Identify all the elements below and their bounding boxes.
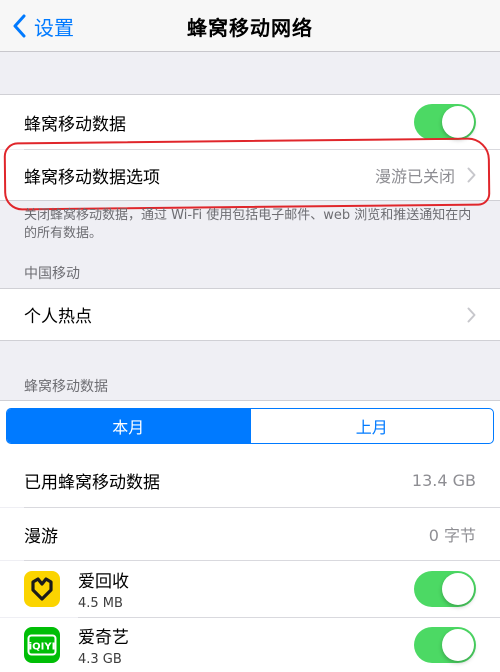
app-name: 爱奇艺 — [78, 628, 129, 648]
segment-this-month[interactable]: 本月 — [7, 409, 250, 443]
iqiyi-logo-icon: iQIYI — [27, 634, 57, 656]
chevron-right-icon — [467, 307, 476, 322]
app-data-size: 4.5 MB — [78, 596, 123, 611]
navigation-bar: 设置 蜂窝移动网络 — [0, 0, 500, 52]
personal-hotspot-row[interactable]: 个人热点 — [0, 289, 500, 340]
period-segmented-control[interactable]: 本月 上月 — [6, 408, 494, 444]
aihuishou-app-icon — [24, 571, 60, 607]
roaming-value: 0 字节 — [428, 526, 476, 545]
annotation-highlight — [3, 137, 491, 211]
app-data-size: 4.3 GB — [78, 652, 122, 667]
personal-hotspot-label: 个人热点 — [24, 307, 92, 327]
app-row: iQIYI 爱奇艺 4.3 GB — [0, 618, 500, 672]
used-data-value: 13.4 GB — [411, 470, 476, 490]
cellular-data-label: 蜂窝移动数据 — [24, 114, 126, 135]
roaming-label: 漫游 — [24, 526, 58, 547]
divider — [0, 340, 500, 341]
cellular-data-toggle[interactable] — [414, 104, 476, 140]
app-row: 爱回收 4.5 MB — [0, 561, 500, 617]
iqiyi-app-icon: iQIYI — [24, 627, 60, 663]
app-cellular-toggle[interactable] — [414, 571, 476, 607]
segment-last-month[interactable]: 上月 — [249, 409, 494, 443]
app-name: 爱回收 — [78, 572, 129, 592]
cellular-footer-text: 关闭蜂窝移动数据，通过 Wi-Fi 使用包括电子邮件、web 浏览和推送通知在内… — [24, 208, 472, 241]
svg-text:iQIYI: iQIYI — [29, 642, 56, 653]
page-title: 蜂窝移动网络 — [187, 16, 313, 40]
roaming-row: 漫游 0 字节 — [0, 508, 500, 560]
carrier-section-header: 中国移动 — [24, 266, 80, 282]
used-data-label: 已用蜂窝移动数据 — [24, 472, 160, 493]
usage-section-header: 蜂窝移动数据 — [24, 379, 108, 395]
app-cellular-toggle[interactable] — [414, 627, 476, 663]
used-data-row: 已用蜂窝移动数据 13.4 GB — [0, 453, 500, 507]
heart-logo-icon — [31, 577, 53, 601]
